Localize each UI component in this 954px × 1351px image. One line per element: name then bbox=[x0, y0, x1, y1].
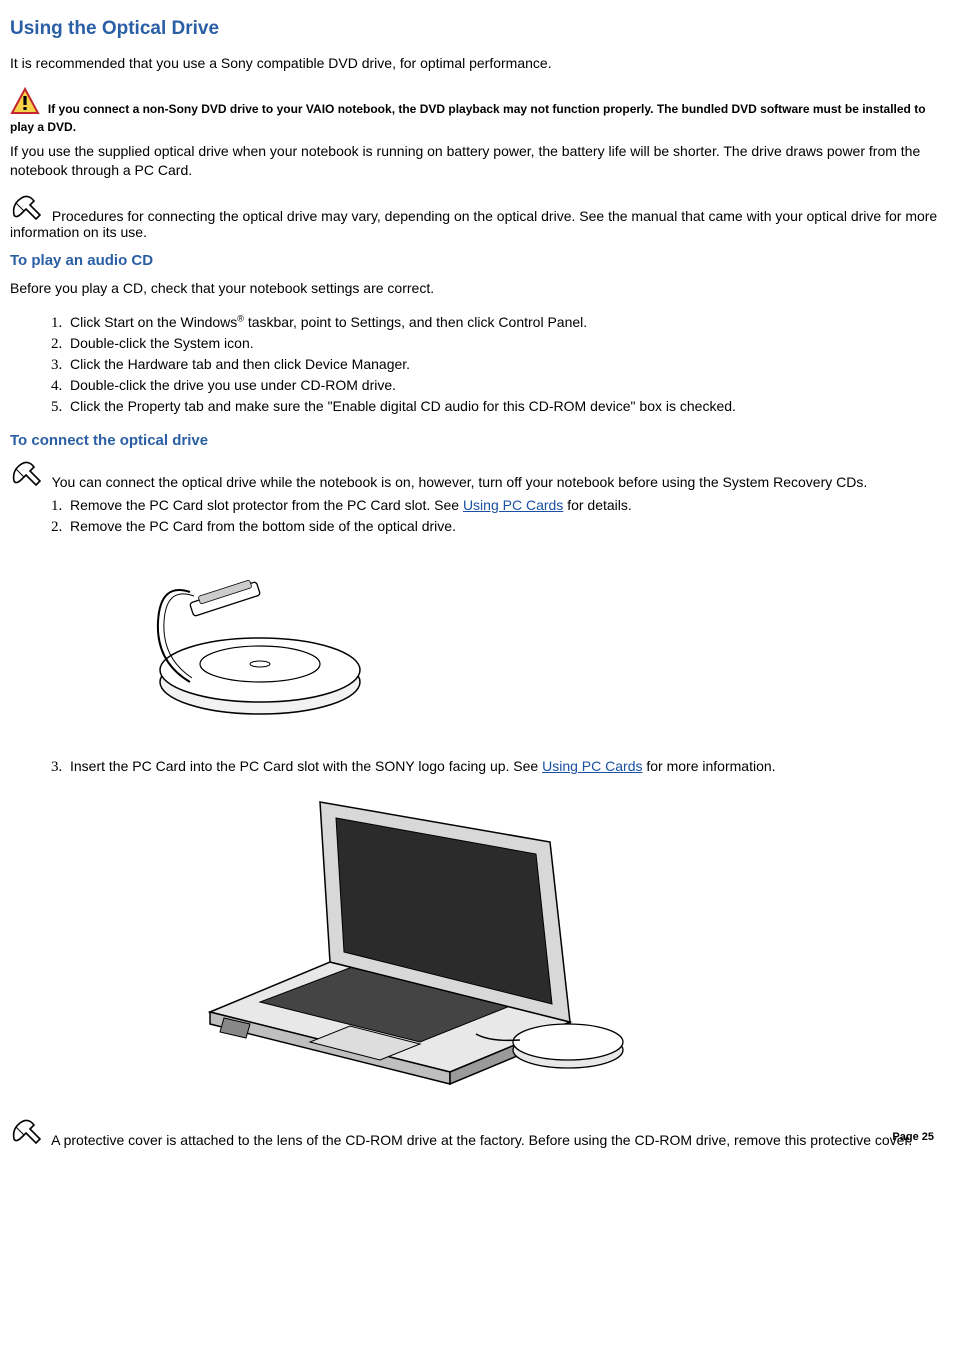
connect-drive-steps: Remove the PC Card slot protector from t… bbox=[10, 496, 944, 1099]
list-item: Click Start on the Windows® taskbar, poi… bbox=[66, 312, 944, 334]
battery-paragraph: If you use the supplied optical drive wh… bbox=[10, 142, 944, 180]
subheading-play-cd: To play an audio CD bbox=[10, 252, 944, 269]
note-icon bbox=[10, 459, 44, 490]
note-icon bbox=[10, 193, 44, 224]
note-text-3: A protective cover is attached to the le… bbox=[51, 1132, 912, 1148]
list-item: Insert the PC Card into the PC Card slot… bbox=[66, 757, 944, 1099]
figure-optical-drive bbox=[130, 552, 944, 739]
intro-paragraph: It is recommended that you use a Sony co… bbox=[10, 54, 944, 73]
figure-notebook-drive bbox=[190, 792, 944, 1099]
note-text-2: You can connect the optical drive while … bbox=[52, 474, 868, 490]
list-item: Remove the PC Card from the bottom side … bbox=[66, 517, 944, 739]
list-item: Click the Property tab and make sure the… bbox=[66, 397, 944, 418]
pre-list-paragraph: Before you play a CD, check that your no… bbox=[10, 279, 944, 298]
list-item: Remove the PC Card slot protector from t… bbox=[66, 496, 944, 517]
list-item: Double-click the drive you use under CD-… bbox=[66, 376, 944, 397]
note-text-1: Procedures for connecting the optical dr… bbox=[10, 208, 937, 240]
list-item: Click the Hardware tab and then click De… bbox=[66, 355, 944, 376]
page-number: Page 25 bbox=[892, 1131, 934, 1143]
warning-text: If you connect a non-Sony DVD drive to y… bbox=[10, 102, 926, 134]
note-block-2: You can connect the optical drive while … bbox=[10, 459, 944, 490]
note-block-1: Procedures for connecting the optical dr… bbox=[10, 193, 944, 240]
list-item: Double-click the System icon. bbox=[66, 334, 944, 355]
subheading-connect-drive: To connect the optical drive bbox=[10, 432, 944, 449]
play-cd-steps: Click Start on the Windows® taskbar, poi… bbox=[10, 312, 944, 418]
warning-icon bbox=[10, 87, 40, 118]
warning-block: If you connect a non-Sony DVD drive to y… bbox=[10, 87, 944, 136]
page-title: Using the Optical Drive bbox=[10, 18, 944, 40]
note-block-3: A protective cover is attached to the le… bbox=[10, 1117, 944, 1148]
note-icon bbox=[10, 1117, 44, 1148]
link-using-pc-cards[interactable]: Using PC Cards bbox=[463, 497, 563, 513]
link-using-pc-cards[interactable]: Using PC Cards bbox=[542, 758, 642, 774]
